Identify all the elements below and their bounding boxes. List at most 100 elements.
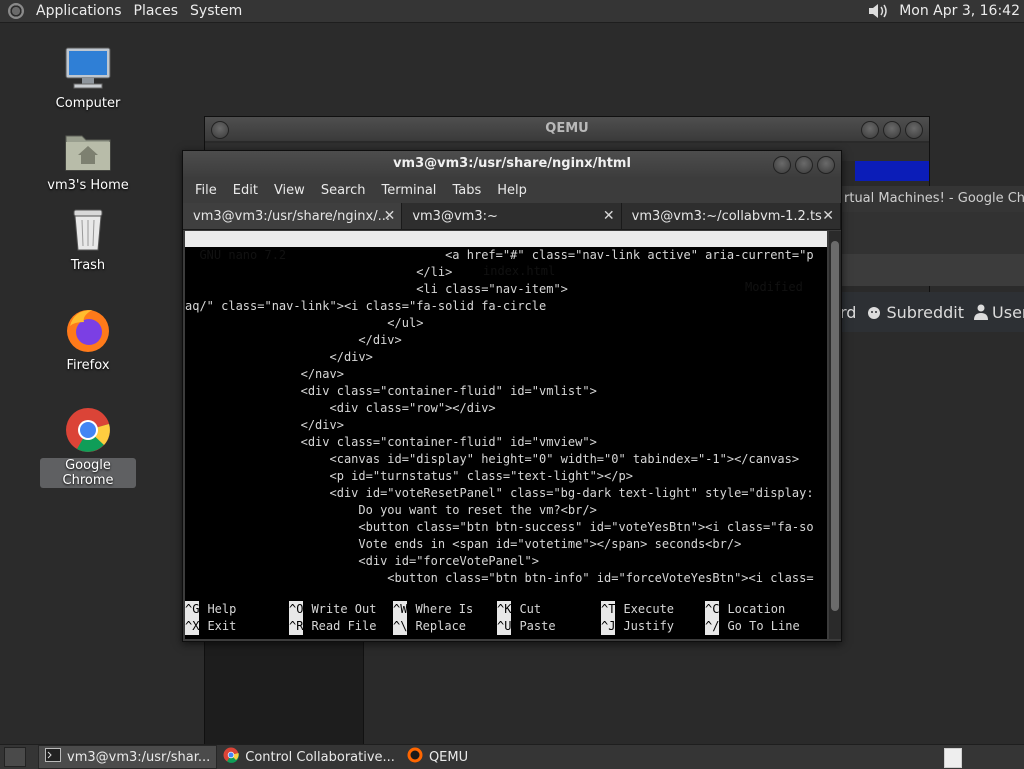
shortcut-label: Go To Line bbox=[727, 619, 800, 633]
trash-applet-icon[interactable] bbox=[944, 748, 962, 768]
code-line: <a href="#" class="nav-link active" aria… bbox=[185, 248, 814, 262]
shortcut-justify: ^J Justify bbox=[601, 618, 705, 635]
firefox-icon bbox=[64, 306, 112, 354]
tab-label: vm3@vm3:~/collabvm-1.2.ts bbox=[631, 208, 822, 224]
terminal-title: vm3@vm3:/usr/share/nginx/html bbox=[393, 156, 631, 171]
code-line: </ul> bbox=[185, 316, 424, 330]
volume-icon[interactable] bbox=[867, 3, 891, 19]
guest-chrome-tabstrip bbox=[840, 212, 1024, 254]
distribution-icon[interactable] bbox=[8, 3, 24, 19]
menu-edit[interactable]: Edit bbox=[225, 183, 266, 198]
chrome-icon bbox=[223, 747, 240, 767]
code-line: <p id="turnstatus" class="text-light"></… bbox=[185, 469, 633, 483]
nano-header: GNU nano 7.2 index.html Modified bbox=[185, 231, 827, 294]
close-tab-icon[interactable]: ✕ bbox=[384, 208, 396, 224]
code-line: <div id="voteResetPanel" class="bg-dark … bbox=[185, 486, 814, 500]
shortcut-label: Exit bbox=[207, 619, 237, 633]
chrome-icon bbox=[64, 406, 112, 454]
shortcut-go-to-line: ^/ Go To Line bbox=[705, 618, 809, 635]
desktop-icon-label: Firefox bbox=[66, 358, 110, 373]
guest-nav-user[interactable]: User bbox=[974, 303, 1024, 322]
close-button[interactable] bbox=[817, 156, 835, 174]
code-line: aq/" class="nav-link"><i class="fa-solid… bbox=[185, 299, 547, 313]
desktop-icon-computer[interactable]: Computer bbox=[40, 44, 136, 111]
guest-nav-item[interactable]: rd bbox=[840, 303, 856, 322]
menu-file[interactable]: File bbox=[187, 183, 225, 198]
task-label: vm3@vm3:/usr/shar... bbox=[67, 749, 211, 765]
shortcut-paste: ^U Paste bbox=[497, 618, 601, 635]
guest-chrome-body bbox=[840, 332, 1024, 748]
desktop-icon-home[interactable]: vm3's Home bbox=[40, 126, 136, 193]
trash-icon bbox=[64, 206, 112, 254]
menu-applications[interactable]: Applications bbox=[30, 3, 128, 19]
terminal-titlebar[interactable]: vm3@vm3:/usr/share/nginx/html bbox=[183, 151, 841, 177]
code-line: </li> bbox=[185, 265, 453, 279]
shortcut-label: Replace bbox=[415, 619, 467, 633]
minimize-button[interactable] bbox=[861, 121, 879, 139]
menu-view[interactable]: View bbox=[266, 183, 313, 198]
shortcut-read-file: ^R Read File bbox=[289, 618, 393, 635]
terminal-icon bbox=[45, 748, 61, 766]
shortcut-help: ^G Help bbox=[185, 601, 289, 618]
shortcut-label: Help bbox=[207, 602, 237, 616]
shortcut-key: ^W bbox=[393, 601, 408, 618]
code-line: </div> bbox=[185, 350, 373, 364]
code-line: <canvas id="display" height="0" width="0… bbox=[185, 452, 800, 466]
menu-places[interactable]: Places bbox=[128, 3, 185, 19]
show-desktop-button[interactable] bbox=[4, 747, 26, 767]
shortcut-label: Where Is bbox=[415, 602, 474, 616]
taskbar-terminal[interactable]: vm3@vm3:/usr/shar... bbox=[38, 745, 218, 769]
close-tab-icon[interactable]: ✕ bbox=[822, 208, 834, 224]
terminal-menubar: File Edit View Search Terminal Tabs Help bbox=[183, 177, 841, 203]
desktop-icon-chrome[interactable]: Google Chrome bbox=[40, 406, 136, 488]
shortcut-row: ^G Help ^O Write Out ^W Where Is ^K Cut ^T Ex… bbox=[185, 601, 827, 618]
top-panel: Applications Places System Mon Apr 3, 16… bbox=[0, 0, 1024, 23]
menu-search[interactable]: Search bbox=[313, 183, 374, 198]
code-line: </nav> bbox=[185, 367, 344, 381]
window-menu-button[interactable] bbox=[211, 121, 229, 139]
menu-tabs[interactable]: Tabs bbox=[444, 183, 489, 198]
shortcut-label: Cut bbox=[519, 602, 542, 616]
maximize-button[interactable] bbox=[883, 121, 901, 139]
minimize-button[interactable] bbox=[773, 156, 791, 174]
code-line: <div class="container-fluid" id="vmview"… bbox=[185, 435, 597, 449]
desktop-icon-firefox[interactable]: Firefox bbox=[40, 306, 136, 373]
tab-collabvm[interactable]: vm3@vm3:~/collabvm-1.2.ts ✕ bbox=[622, 203, 841, 229]
shortcut-key: ^G bbox=[185, 601, 200, 618]
menu-system[interactable]: System bbox=[184, 3, 248, 19]
scrollbar-thumb[interactable] bbox=[831, 241, 839, 611]
tab-nginx-html[interactable]: vm3@vm3:/usr/share/nginx/... ✕ bbox=[183, 203, 403, 229]
home-folder-icon bbox=[64, 126, 112, 174]
menu-help[interactable]: Help bbox=[489, 183, 535, 198]
reddit-icon bbox=[866, 304, 882, 320]
code-line: </div> bbox=[185, 333, 402, 347]
nano-editor[interactable]: GNU nano 7.2 index.html Modified <a href… bbox=[185, 231, 827, 639]
taskbar-chrome[interactable]: Control Collaborative... bbox=[217, 746, 401, 768]
guest-nav-label: User bbox=[992, 302, 1024, 322]
desktop-icon-label: Google Chrome bbox=[40, 458, 136, 488]
terminal-window[interactable]: vm3@vm3:/usr/share/nginx/html File Edit … bbox=[182, 150, 842, 642]
tab-home[interactable]: vm3@vm3:~ ✕ bbox=[402, 203, 622, 229]
code-line: Do you want to reset the vm?<br/> bbox=[185, 503, 597, 517]
qemu-title: QEMU bbox=[545, 121, 589, 136]
close-button[interactable] bbox=[905, 121, 923, 139]
guest-nav-subreddit[interactable]: Subreddit bbox=[866, 303, 964, 322]
guest-nav-label: rd bbox=[840, 302, 857, 322]
desktop-icon-trash[interactable]: Trash bbox=[40, 206, 136, 273]
close-tab-icon[interactable]: ✕ bbox=[603, 208, 615, 224]
guest-chrome-titlebar: rtual Machines! - Google Chro bbox=[840, 186, 1024, 212]
shortcut-label: Location bbox=[727, 602, 786, 616]
shortcut-execute: ^T Execute bbox=[601, 601, 705, 618]
shortcut-key: ^O bbox=[289, 601, 304, 618]
guest-chrome-title: rtual Machines! - Google Chro bbox=[844, 191, 1024, 206]
taskbar-qemu[interactable]: QEMU bbox=[401, 746, 474, 768]
maximize-button[interactable] bbox=[795, 156, 813, 174]
code-line: <div class="row"></div> bbox=[185, 401, 496, 415]
terminal-tabbar: vm3@vm3:/usr/share/nginx/... ✕ vm3@vm3:~… bbox=[183, 203, 841, 230]
desktop-icon-label: Trash bbox=[70, 258, 106, 273]
menu-terminal[interactable]: Terminal bbox=[373, 183, 444, 198]
nano-shortcuts: ^G Help ^O Write Out ^W Where Is ^K Cut ^T Ex… bbox=[185, 601, 827, 635]
clock[interactable]: Mon Apr 3, 16:42 bbox=[899, 3, 1020, 19]
terminal-scrollbar[interactable] bbox=[829, 231, 841, 639]
qemu-titlebar[interactable]: QEMU bbox=[205, 117, 929, 141]
